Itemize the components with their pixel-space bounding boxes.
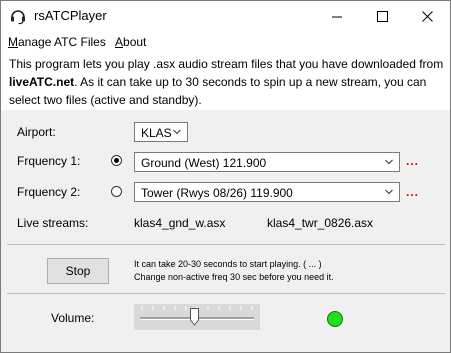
freq1-label: Frquency 1: [17, 154, 81, 168]
playback-note: It can take 20-30 seconds to start playi… [134, 259, 334, 282]
status-indicator-light [327, 311, 343, 327]
freq1-browse-button[interactable]: ... [406, 154, 419, 168]
freq1-select[interactable]: Ground (West) 121.900 [134, 152, 400, 172]
liveatc-link-text: liveATC.net [9, 75, 75, 89]
app-window: rsATCPlayer Manage ATC Files About This … [0, 0, 451, 353]
menu-manage-atc-files[interactable]: Manage ATC Files [8, 35, 106, 49]
menu-bar: Manage ATC Files About [1, 32, 450, 52]
intro-text: This program lets you play .asx audio st… [9, 57, 444, 107]
freq2-select[interactable]: Tower (Rwys 08/26) 119.900 [134, 182, 400, 202]
chevron-down-icon [173, 129, 181, 135]
title-bar: rsATCPlayer [1, 1, 450, 32]
live-streams-label: Live streams: [17, 216, 89, 230]
minimize-icon [332, 16, 342, 18]
maximize-button[interactable] [360, 1, 405, 32]
volume-slider[interactable] [134, 304, 260, 330]
intro-panel: This program lets you play .asx audio st… [1, 52, 450, 110]
chevron-down-icon [385, 159, 393, 165]
stop-button[interactable]: Stop [47, 258, 109, 284]
stream1-filename: klas4_gnd_w.asx [134, 216, 226, 230]
airport-label: Airport: [17, 125, 56, 139]
freq2-browse-button[interactable]: ... [406, 185, 419, 199]
slider-thumb[interactable] [190, 308, 200, 326]
minimize-button[interactable] [315, 1, 360, 32]
freq2-label: Frquency 2: [17, 185, 81, 199]
freq1-radio[interactable] [111, 155, 122, 166]
airport-select[interactable]: KLAS [134, 122, 188, 142]
close-icon [422, 11, 433, 22]
maximize-icon [377, 11, 388, 22]
divider [7, 244, 445, 245]
window-title: rsATCPlayer [34, 8, 107, 23]
freq2-radio[interactable] [111, 186, 122, 197]
stream2-filename: klas4_twr_0826.asx [267, 216, 374, 230]
divider [7, 293, 445, 294]
volume-label: Volume: [51, 311, 95, 325]
menu-about[interactable]: About [115, 35, 146, 49]
chevron-down-icon [385, 189, 393, 195]
radio-selected-dot [114, 158, 119, 163]
headset-icon [11, 10, 25, 25]
close-button[interactable] [405, 1, 450, 32]
